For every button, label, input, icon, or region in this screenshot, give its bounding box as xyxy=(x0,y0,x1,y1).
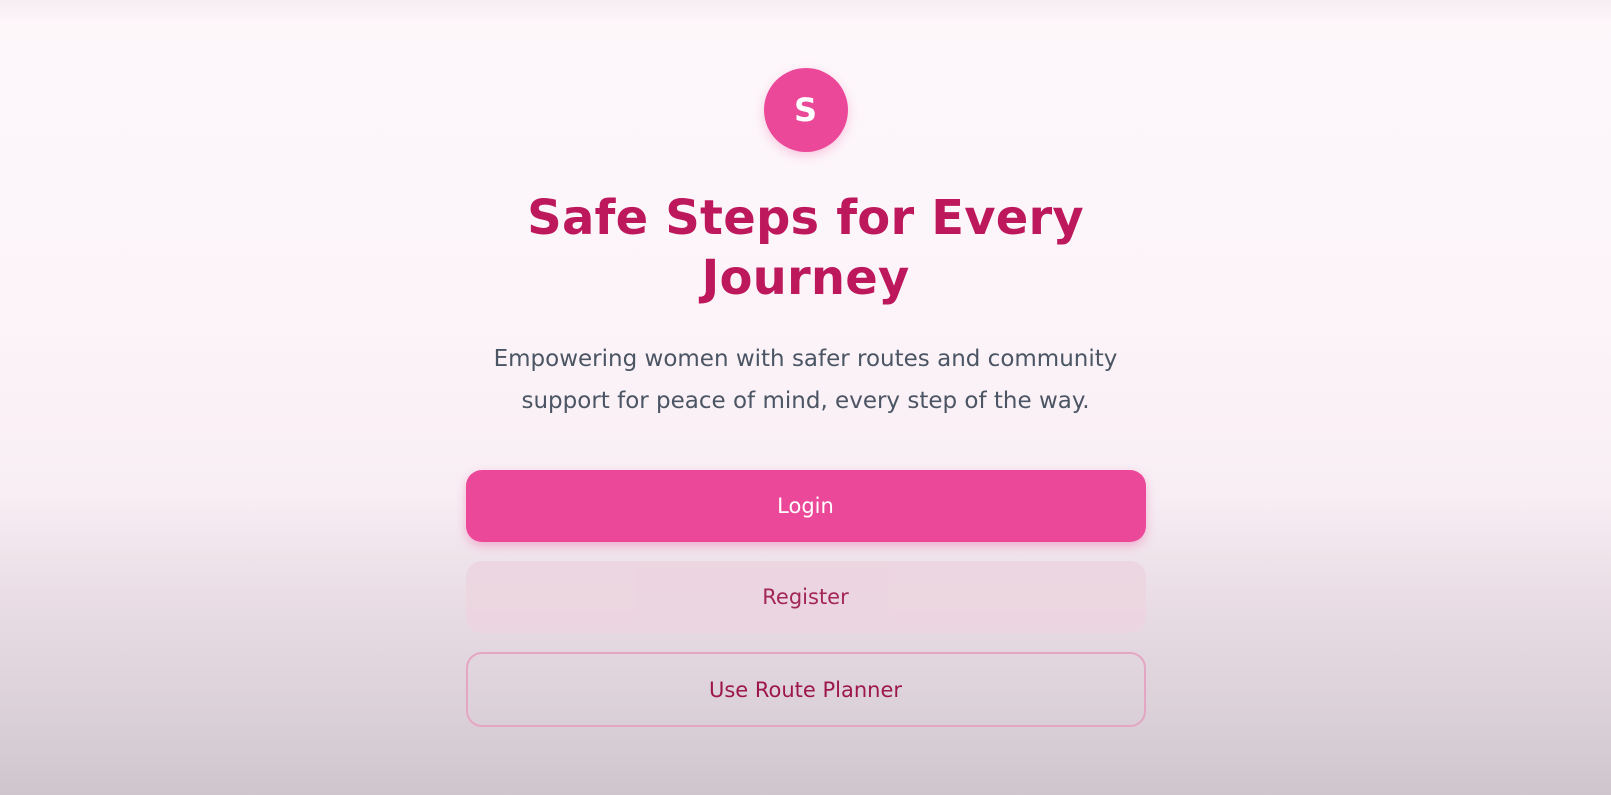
login-button-label: Login xyxy=(777,494,834,518)
landing-container: S Safe Steps for Every Journey Empowerin… xyxy=(0,0,1611,727)
register-button-label: Register xyxy=(762,585,849,609)
logo-letter: S xyxy=(793,91,818,129)
route-planner-button[interactable]: Use Route Planner xyxy=(465,652,1146,727)
app-logo: S xyxy=(763,68,848,152)
route-planner-button-label: Use Route Planner xyxy=(708,677,903,702)
action-buttons: Login Register Use Route Planner xyxy=(465,470,1146,727)
register-button[interactable]: Register xyxy=(465,561,1146,633)
hero-subtitle: Empowering women with safer routes and c… xyxy=(493,346,1118,414)
hero-title: Safe Steps for Every Journey xyxy=(527,190,1084,306)
login-button[interactable]: Login xyxy=(465,470,1146,542)
